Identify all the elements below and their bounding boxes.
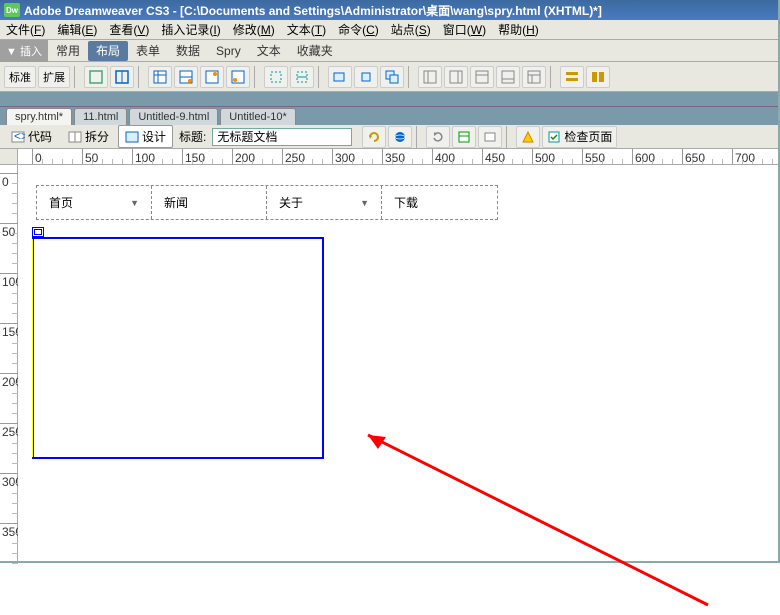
layout-icon-1[interactable]	[84, 66, 108, 88]
spry-menu-item-2[interactable]: 关于▼	[267, 186, 382, 219]
window-title: Adobe Dreamweaver CS3 - [C:\Documents an…	[24, 2, 602, 19]
menu-item-w[interactable]: 窗口(W)	[437, 19, 492, 40]
separator	[318, 66, 324, 88]
horizontal-ruler: 0501001502002503003504004505005506006507…	[18, 149, 778, 165]
standard-button[interactable]: 标准	[4, 66, 36, 88]
separator	[254, 66, 260, 88]
separator	[506, 126, 512, 148]
annotation-arrow	[348, 415, 718, 615]
check-page-button[interactable]: 检查页面	[542, 126, 617, 148]
div-icon-1[interactable]	[264, 66, 288, 88]
insert-expand-tab[interactable]: ▼ 插入	[0, 40, 48, 62]
table-icon-1[interactable]	[148, 66, 172, 88]
insert-tab-0[interactable]: 常用	[48, 41, 88, 61]
insert-tab-6[interactable]: 收藏夹	[289, 41, 341, 61]
insert-tab-3[interactable]: 数据	[168, 41, 208, 61]
separator	[416, 126, 422, 148]
title-label: 标题:	[175, 128, 210, 145]
vertical-ruler: 050100150200250300350	[0, 165, 18, 561]
split-view-button[interactable]: 拆分	[61, 125, 116, 148]
spry-menu-bar[interactable]: 首页▼新闻关于▼下载	[36, 185, 498, 220]
insert-tab-4[interactable]: Spry	[208, 41, 249, 61]
frame-icon-4[interactable]	[496, 66, 520, 88]
menu-item-e[interactable]: 编辑(E)	[51, 19, 103, 40]
svg-text:<>: <>	[14, 130, 25, 143]
menu-bar: 文件(F)编辑(E)查看(V)插入记录(I)修改(M)文本(T)命令(C)站点(…	[0, 20, 778, 40]
separator	[138, 66, 144, 88]
view-options-icon[interactable]	[452, 126, 476, 148]
design-canvas[interactable]: 首页▼新闻关于▼下载	[18, 165, 778, 561]
ruler-corner	[0, 149, 18, 165]
visual-aids-icon[interactable]	[478, 126, 502, 148]
layer-icon-3[interactable]	[380, 66, 404, 88]
validate-icon[interactable]	[516, 126, 540, 148]
menu-item-c[interactable]: 命令(C)	[332, 19, 385, 40]
menu-item-v[interactable]: 查看(V)	[103, 19, 155, 40]
spry-icon-2[interactable]	[586, 66, 610, 88]
table-icon-3[interactable]	[200, 66, 224, 88]
reload-icon[interactable]	[426, 126, 450, 148]
menu-item-i[interactable]: 插入记录(I)	[155, 19, 226, 40]
title-input[interactable]	[212, 128, 352, 146]
spry-menu-item-3[interactable]: 下载	[382, 186, 497, 219]
menu-item-m[interactable]: 修改(M)	[227, 19, 281, 40]
spry-menu-item-0[interactable]: 首页▼	[37, 186, 152, 219]
document-tab-1[interactable]: 11.html	[74, 108, 127, 125]
menu-item-f[interactable]: 文件(F)	[0, 19, 51, 40]
layer-icon-2[interactable]	[354, 66, 378, 88]
workspace: 050100150200250300350 首页▼新闻关于▼下载	[0, 165, 778, 561]
title-bar: Dw Adobe Dreamweaver CS3 - [C:\Documents…	[0, 0, 778, 20]
frame-icon-3[interactable]	[470, 66, 494, 88]
insert-tab-1[interactable]: 布局	[88, 41, 128, 61]
separator	[550, 66, 556, 88]
div-icon-2[interactable]	[290, 66, 314, 88]
document-toolbar: <>代码 拆分 设计 标题: 检查页面	[0, 125, 778, 149]
app-logo: Dw	[4, 3, 20, 17]
table-icon-4[interactable]	[226, 66, 250, 88]
menu-item-t[interactable]: 文本(T)	[281, 19, 332, 40]
frame-icon-5[interactable]	[522, 66, 546, 88]
spry-icon-1[interactable]	[560, 66, 584, 88]
layout-icon-2[interactable]	[110, 66, 134, 88]
spry-menu-item-1[interactable]: 新闻	[152, 186, 267, 219]
code-view-button[interactable]: <>代码	[4, 125, 59, 148]
insert-bar: ▼ 插入 常用布局表单数据Spry文本收藏夹	[0, 40, 778, 62]
insert-tab-5[interactable]: 文本	[249, 41, 289, 61]
document-tabs: spry.html*11.htmlUntitled-9.htmlUntitled…	[0, 107, 778, 125]
document-tab-3[interactable]: Untitled-10*	[220, 108, 295, 125]
selection-handle[interactable]	[32, 227, 44, 237]
layer-icon-1[interactable]	[328, 66, 352, 88]
layout-toolbar: 标准 扩展	[0, 62, 778, 92]
menu-item-s[interactable]: 站点(S)	[385, 19, 437, 40]
frame-icon-2[interactable]	[444, 66, 468, 88]
menu-item-h[interactable]: 帮助(H)	[492, 19, 545, 40]
refresh-icon[interactable]	[362, 126, 386, 148]
separator	[74, 66, 80, 88]
panel-gap	[0, 92, 778, 107]
document-tab-0[interactable]: spry.html*	[6, 108, 72, 125]
design-view-button[interactable]: 设计	[118, 125, 173, 148]
document-tab-2[interactable]: Untitled-9.html	[129, 108, 218, 125]
insert-tab-2[interactable]: 表单	[128, 41, 168, 61]
browser-icon[interactable]	[388, 126, 412, 148]
frame-icon-1[interactable]	[418, 66, 442, 88]
selected-div-element[interactable]	[32, 237, 324, 459]
separator	[408, 66, 414, 88]
table-icon-2[interactable]	[174, 66, 198, 88]
extended-button[interactable]: 扩展	[38, 66, 70, 88]
